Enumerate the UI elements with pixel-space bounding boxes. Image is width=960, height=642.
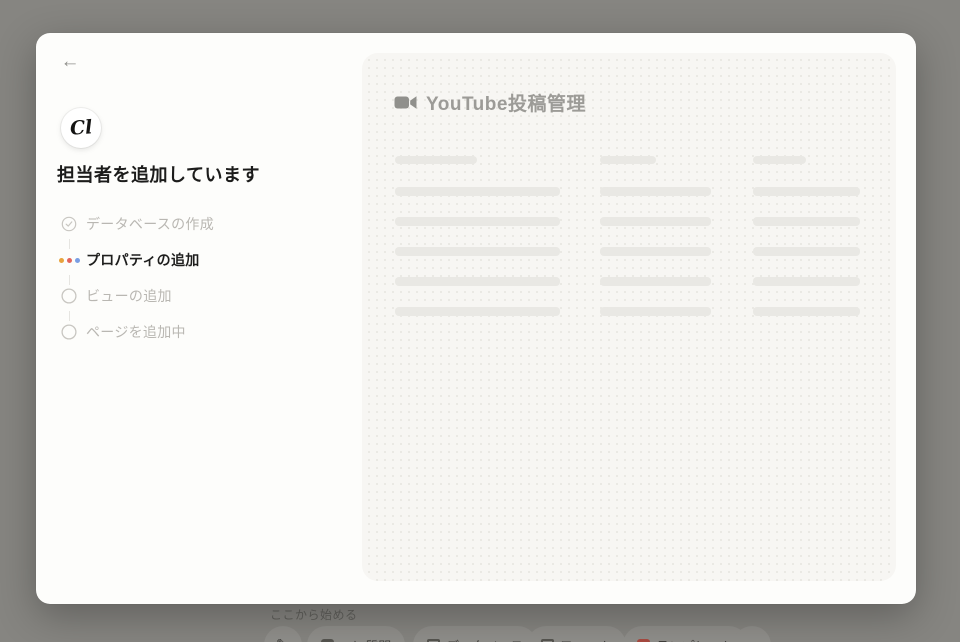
skeleton-row [753,187,860,196]
skeleton-row [600,277,711,286]
database-label: データベース [446,636,523,642]
step-adding-pages: ページを追加中 [61,324,186,340]
step-label: ビューの追加 [86,288,172,304]
database-preview-panel: YouTube投稿管理 [362,53,896,581]
workspace-logo: Cl [61,108,101,148]
step-label: データベースの作成 [86,216,214,232]
skeleton-row [395,187,560,196]
check-circle-icon [61,216,77,232]
step-connector [69,311,70,321]
skeleton-row [395,277,560,286]
skeleton-row [753,307,860,316]
ask-ai-label: AIに質問 [340,636,391,642]
skeleton-row [753,277,860,286]
skeleton-row [600,187,711,196]
get-started-actions-row: ✎ AIに質問 データベース フォーム テンプレート [0,626,960,642]
page-title: 担当者を追加しています [57,165,260,185]
skeleton-header [600,156,656,164]
step-label: ページを追加中 [86,324,186,340]
skeleton-row [395,307,560,316]
skeleton-header [753,156,806,164]
template-button: テンプレート [623,626,748,642]
logo-monogram: Cl [69,116,93,140]
empty-circle-icon [61,324,77,340]
back-button[interactable]: ← [56,48,84,76]
preview-header: YouTube投稿管理 [394,89,586,115]
pen-icon: ✎ [276,636,289,642]
skeleton-row [600,307,711,316]
ask-ai-button: AIに質問 [307,626,406,642]
step-add-views: ビューの追加 [61,288,172,304]
template-label: テンプレート [656,636,734,642]
database-button: データベース [413,626,538,642]
skeleton-header [395,156,477,164]
form-button: フォーム [527,626,626,642]
skeleton-row [753,247,860,256]
skeleton-row [753,217,860,226]
form-label: フォーム [560,636,612,642]
ai-icon [321,638,334,642]
template-icon [637,638,650,642]
form-icon [541,638,554,642]
loading-dots-icon [58,252,80,268]
database-icon [427,638,440,642]
onboarding-modal: ← Cl 担当者を追加しています データベースの作成 プロパティの追加 ビューの… [36,33,916,604]
skeleton-row [395,247,560,256]
back-arrow-icon: ← [60,51,80,72]
step-create-database: データベースの作成 [61,216,214,232]
step-label: プロパティの追加 [86,252,200,268]
video-camera-icon [394,95,417,109]
skeleton-row [600,247,711,256]
new-page-circle-button: ✎ [264,626,302,642]
step-connector [69,275,70,285]
get-started-section-label: ここから始める [270,608,358,622]
preview-title: YouTube投稿管理 [426,93,586,115]
skeleton-row [395,217,560,226]
step-add-properties: プロパティの追加 [58,252,200,268]
skeleton-row [600,217,711,226]
step-connector [69,239,70,249]
empty-circle-icon [61,288,77,304]
